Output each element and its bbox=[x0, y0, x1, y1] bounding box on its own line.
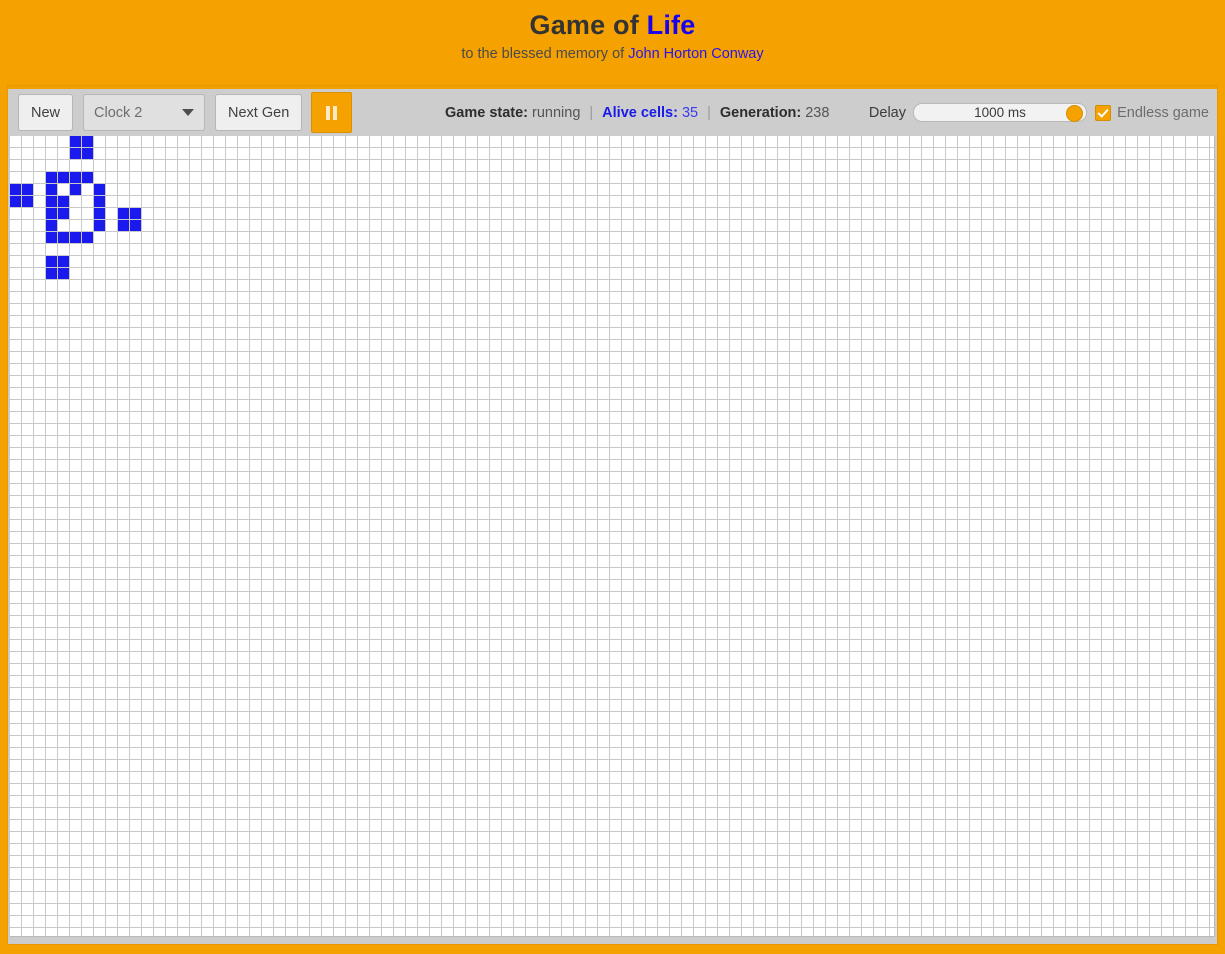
life-grid[interactable] bbox=[10, 136, 1214, 936]
life-cell[interactable] bbox=[70, 136, 81, 147]
life-cell[interactable] bbox=[46, 184, 57, 195]
endless-game-label: Endless game bbox=[1117, 104, 1209, 121]
title-accent-text: Life bbox=[646, 10, 696, 40]
alive-cells-value: 35 bbox=[681, 104, 699, 121]
life-grid-container[interactable] bbox=[10, 136, 1215, 937]
life-cell[interactable] bbox=[22, 196, 33, 207]
life-cell[interactable] bbox=[22, 184, 33, 195]
page-subtitle: to the blessed memory of John Horton Con… bbox=[0, 44, 1225, 64]
page-title: Game of Life bbox=[0, 9, 1225, 41]
subtitle-person-name: John Horton Conway bbox=[628, 46, 764, 62]
title-main-text: Game of bbox=[529, 10, 647, 40]
delay-label: Delay bbox=[868, 104, 906, 121]
life-cell[interactable] bbox=[118, 208, 129, 219]
game-state-label: Game state: bbox=[445, 104, 529, 121]
alive-cells-label: Alive cells: bbox=[602, 104, 678, 121]
life-cell[interactable] bbox=[70, 148, 81, 159]
pattern-select-value: Clock 2 bbox=[94, 104, 143, 121]
life-cell[interactable] bbox=[58, 232, 69, 243]
new-button[interactable]: New bbox=[18, 94, 74, 131]
life-cell[interactable] bbox=[70, 172, 81, 183]
endless-game-checkbox[interactable] bbox=[1095, 104, 1112, 121]
life-cell[interactable] bbox=[82, 148, 93, 159]
life-cell[interactable] bbox=[58, 196, 69, 207]
life-cell[interactable] bbox=[46, 268, 57, 279]
life-cell[interactable] bbox=[94, 208, 105, 219]
life-cell[interactable] bbox=[10, 196, 21, 207]
life-cell[interactable] bbox=[70, 232, 81, 243]
life-cell[interactable] bbox=[70, 184, 81, 195]
delay-slider-thumb[interactable] bbox=[1066, 105, 1083, 122]
status-separator-2: | bbox=[707, 104, 711, 121]
pause-icon bbox=[326, 105, 338, 120]
next-gen-button[interactable]: Next Gen bbox=[215, 94, 303, 131]
app-window: New Clock 2 Next Gen Game state: running… bbox=[8, 86, 1217, 944]
life-cell[interactable] bbox=[118, 220, 129, 231]
life-cell[interactable] bbox=[46, 220, 57, 231]
life-cell[interactable] bbox=[58, 208, 69, 219]
pattern-select[interactable]: Clock 2 bbox=[83, 94, 206, 131]
life-cell[interactable] bbox=[130, 220, 141, 231]
page-header: Game of Life to the blessed memory of Jo… bbox=[0, 0, 1225, 84]
generation-label: Generation: bbox=[719, 104, 802, 121]
life-cell[interactable] bbox=[46, 256, 57, 267]
toolbar: New Clock 2 Next Gen Game state: running… bbox=[8, 89, 1217, 136]
pause-button[interactable] bbox=[311, 92, 353, 133]
life-cell[interactable] bbox=[58, 268, 69, 279]
life-cell[interactable] bbox=[130, 208, 141, 219]
generation-value: 238 bbox=[805, 104, 830, 121]
delay-slider[interactable]: 1000 ms bbox=[913, 103, 1087, 122]
life-cell[interactable] bbox=[94, 220, 105, 231]
life-cell[interactable] bbox=[46, 232, 57, 243]
life-cell[interactable] bbox=[46, 208, 57, 219]
subtitle-prefix-text: to the blessed memory of bbox=[461, 46, 629, 62]
life-cell[interactable] bbox=[46, 196, 57, 207]
life-cell[interactable] bbox=[58, 172, 69, 183]
game-state-value: running bbox=[532, 104, 581, 121]
delay-value: 1000 ms bbox=[974, 105, 1026, 120]
endless-game-control[interactable]: Endless game bbox=[1095, 89, 1209, 136]
life-cell[interactable] bbox=[82, 232, 93, 243]
life-cell[interactable] bbox=[82, 172, 93, 183]
status-bar: Game state: running | Alive cells: 35 | … bbox=[445, 89, 829, 136]
status-separator-1: | bbox=[589, 104, 594, 121]
chevron-down-icon bbox=[182, 109, 195, 116]
life-cell[interactable] bbox=[82, 136, 93, 147]
life-cell[interactable] bbox=[10, 184, 21, 195]
life-cell[interactable] bbox=[94, 196, 105, 207]
life-cell[interactable] bbox=[46, 172, 57, 183]
life-cell[interactable] bbox=[58, 256, 69, 267]
delay-control: Delay 1000 ms bbox=[869, 89, 1087, 136]
life-cell[interactable] bbox=[94, 184, 105, 195]
